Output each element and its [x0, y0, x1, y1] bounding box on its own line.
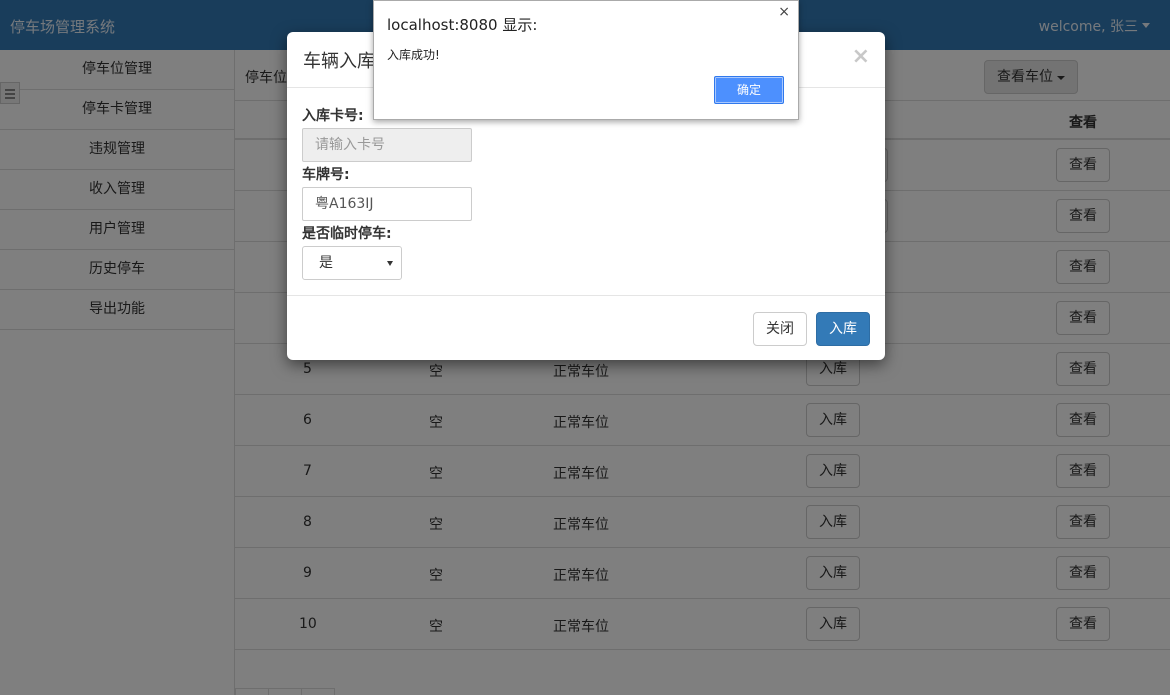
plate-number-label: 车牌号: — [302, 167, 350, 183]
modal-title: 车辆入库 — [303, 51, 375, 72]
card-number-label: 入库卡号: — [302, 108, 364, 124]
temporary-parking-value: 是 — [319, 255, 333, 271]
browser-alert-dialog: localhost:8080 显示: × 入库成功! 确定 — [373, 0, 799, 120]
checkin-submit-button[interactable]: 入库 — [816, 312, 870, 346]
temporary-parking-label: 是否临时停车: — [302, 226, 392, 242]
card-number-input[interactable]: 请输入卡号 — [302, 128, 472, 162]
temporary-parking-select[interactable]: 是 — [302, 246, 402, 280]
ok-button[interactable]: 确定 — [714, 76, 784, 104]
chevron-down-icon — [387, 261, 393, 266]
alert-message: 入库成功! — [387, 48, 440, 62]
close-button[interactable]: 关闭 — [753, 312, 807, 346]
close-icon[interactable]: × — [852, 44, 870, 69]
plate-number-input[interactable]: 粤A163IJ — [302, 187, 472, 221]
alert-title: localhost:8080 显示: — [387, 16, 538, 34]
modal-footer: 关闭 入库 — [287, 295, 885, 360]
close-icon[interactable]: × — [778, 4, 790, 20]
